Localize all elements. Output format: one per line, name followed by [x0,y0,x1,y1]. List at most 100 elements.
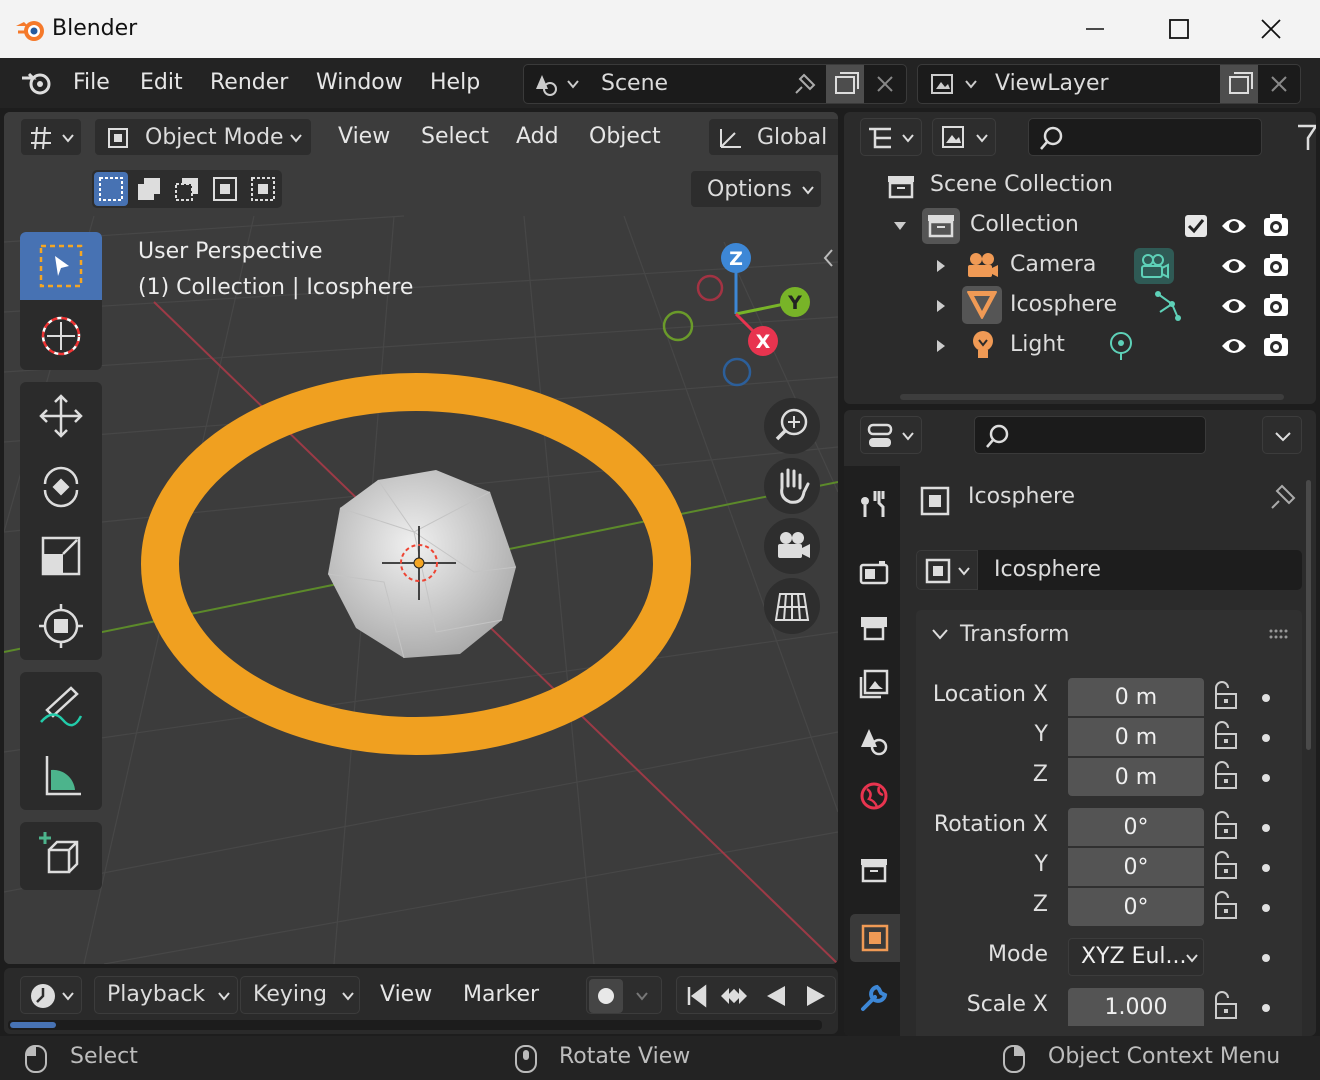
play-icon[interactable] [801,981,831,1011]
menu-file[interactable]: File [73,70,110,95]
unlock-icon[interactable] [1208,760,1240,792]
properties-scrollbar[interactable] [1306,480,1311,750]
properties-editor-type-button[interactable] [860,416,922,454]
viewport-menu-select[interactable]: Select [421,124,489,149]
zoom-view-button[interactable] [764,398,820,454]
camera-view-button[interactable] [764,518,820,574]
render-camera-icon[interactable] [1262,292,1290,320]
unlock-icon[interactable] [1208,810,1240,842]
render-camera-icon[interactable] [1262,332,1290,360]
new-viewlayer-button[interactable] [1220,65,1258,103]
viewport-menu-view[interactable]: View [338,124,390,149]
transform-tool[interactable] [20,592,102,660]
transform-panel-header[interactable]: Transform [916,610,1302,660]
keyframe-dot[interactable] [1262,734,1270,742]
blender-menu-icon[interactable] [20,68,54,98]
ortho-toggle-button[interactable] [764,578,820,634]
scale-x-field[interactable]: 1.000 [1068,988,1204,1026]
keyframe-dot[interactable] [1262,864,1270,872]
move-tool[interactable] [20,382,102,450]
scale-tool[interactable] [20,522,102,590]
editor-type-button[interactable] [20,118,82,156]
checkbox-checked-icon[interactable] [1184,214,1208,238]
outliner-editor-type-button[interactable] [860,118,922,156]
keyframe-dot[interactable] [1262,824,1270,832]
eye-icon[interactable] [1220,254,1248,278]
transform-orientation-dropdown[interactable]: Global [708,118,838,156]
cursor-tool[interactable] [20,302,102,370]
location-x-field[interactable]: 0 m [1068,678,1204,716]
unlock-icon[interactable] [1208,890,1240,922]
tab-output[interactable] [850,604,898,652]
menu-edit[interactable]: Edit [140,70,183,95]
properties-options-dropdown[interactable] [1262,416,1302,454]
menu-window[interactable]: Window [316,70,403,95]
close-button[interactable] [1226,0,1316,58]
play-reverse-icon[interactable] [761,981,791,1011]
render-camera-icon[interactable] [1262,212,1290,240]
menu-help[interactable]: Help [430,70,480,95]
jump-to-keyframe-icon[interactable] [717,981,751,1011]
select-box-tool[interactable] [20,232,102,300]
keyframe-dot[interactable] [1262,774,1270,782]
pin-icon[interactable] [790,71,818,99]
add-cube-tool[interactable] [20,822,102,890]
delete-viewlayer-icon[interactable] [1268,73,1290,95]
playback-dropdown[interactable]: Playback [94,976,238,1014]
scene-browse-button[interactable] [530,69,582,99]
annotate-tool[interactable] [20,672,102,740]
sidebar-toggle-icon[interactable] [820,246,836,270]
3d-viewport[interactable]: Object Mode View Select Add Object Globa… [4,112,838,964]
outliner-row-light[interactable]: Light [844,326,1316,366]
rotate-tool[interactable] [20,452,102,520]
timeline-scrubber[interactable] [8,1020,822,1030]
location-y-field[interactable]: 0 m [1068,718,1204,756]
new-scene-button[interactable] [826,65,864,103]
eye-icon[interactable] [1220,334,1248,358]
maximize-button[interactable] [1134,0,1224,58]
jump-to-start-icon[interactable] [681,981,711,1011]
unlock-icon[interactable] [1208,720,1240,752]
keying-dropdown[interactable]: Keying [240,976,360,1014]
pan-view-button[interactable] [764,458,820,514]
outliner-row-collection[interactable]: Collection [844,206,1316,246]
keyframe-dot[interactable] [1262,954,1270,962]
expand-right-icon[interactable] [934,338,948,354]
properties-search-input[interactable] [974,416,1206,454]
keyframe-dot[interactable] [1262,904,1270,912]
auto-keying-toggle[interactable] [586,976,662,1014]
light-data-icon[interactable] [1106,330,1136,362]
tab-tool[interactable] [850,480,898,528]
minimize-button[interactable] [1050,0,1140,58]
timeline-editor-type-button[interactable] [20,976,82,1014]
viewlayer-browse-button[interactable] [924,69,980,99]
viewport-menu-object[interactable]: Object [589,124,661,149]
timeline-menu-view[interactable]: View [380,982,432,1007]
location-z-field[interactable]: 0 m [1068,758,1204,796]
object-browse-button[interactable] [916,550,978,590]
rotation-mode-dropdown[interactable]: XYZ Eul... [1068,938,1204,976]
select-new-button[interactable] [94,172,128,206]
options-dropdown[interactable]: Options [690,170,822,208]
outliner-row-icosphere[interactable]: Icosphere [844,286,1316,326]
expand-right-icon[interactable] [934,298,948,314]
eye-icon[interactable] [1220,294,1248,318]
render-camera-icon[interactable] [1262,252,1290,280]
rotation-z-field[interactable]: 0° [1068,888,1204,926]
mesh-data-icon[interactable] [1154,290,1182,322]
select-invert-button[interactable] [208,172,242,206]
display-mode-dropdown[interactable] [932,118,996,156]
unlock-icon[interactable] [1208,990,1240,1022]
camera-data-button[interactable] [1134,248,1174,284]
filter-icon[interactable] [1294,122,1316,152]
keyframe-dot[interactable] [1262,694,1270,702]
keyframe-dot[interactable] [1262,1004,1270,1012]
menu-render[interactable]: Render [210,70,288,95]
drag-handle-icon[interactable] [1268,628,1292,642]
delete-scene-icon[interactable] [874,73,896,95]
viewport-menu-add[interactable]: Add [516,124,559,149]
measure-tool[interactable] [20,742,102,810]
select-intersect-button[interactable] [246,172,280,206]
outliner-scrollbar[interactable] [900,394,1284,400]
viewlayer-name[interactable]: ViewLayer [995,71,1109,96]
